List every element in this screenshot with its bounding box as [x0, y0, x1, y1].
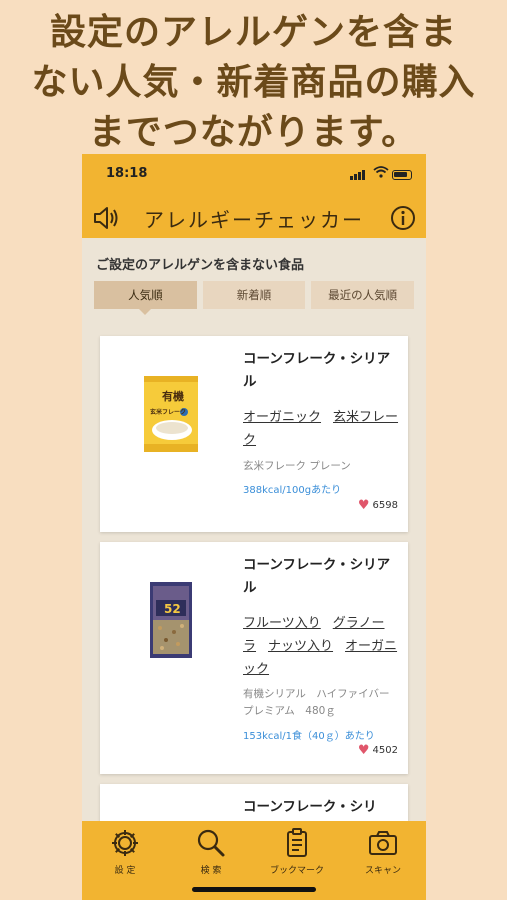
product-description: 有機シリアル ハイファイバー プレミアム 480ｇ: [243, 688, 400, 717]
phone-screen: 18:18 アレルギーチェッカー ご設定のアレルゲンを含まない食品 人気順 新着…: [82, 154, 426, 900]
app-title: アレルギーチェッカー: [144, 208, 364, 232]
product-kcal: 153kcal/1食（40ｇ）あたり: [243, 731, 375, 742]
product-tags: オーガニック 玄米フレーク: [243, 406, 403, 452]
tabbar-label: スキャン: [364, 866, 401, 876]
status-bar: 18:18: [82, 154, 426, 198]
headline-line-3: までつながります。: [88, 112, 419, 153]
product-image: 有機 玄米フレーク: [142, 374, 200, 454]
like-count[interactable]: ♥ 6598: [358, 498, 398, 513]
camera-icon: [369, 831, 397, 855]
headline-line-2: ない人気・新着商品の購入: [31, 62, 476, 103]
like-number: 4502: [372, 745, 398, 756]
sort-tabs: 人気順 新着順 最近の人気順: [94, 281, 415, 315]
heart-icon: ♥: [357, 498, 370, 513]
tag-link[interactable]: ナッツ入り: [268, 639, 333, 654]
tab-recent-popular[interactable]: 最近の人気順: [311, 281, 415, 309]
tag-link[interactable]: フルーツ入り: [243, 616, 321, 631]
gear-icon: [112, 830, 138, 856]
tabbar-settings[interactable]: 設 定: [82, 821, 168, 900]
search-icon: [197, 829, 225, 857]
tabbar-label: 検 索: [200, 866, 222, 876]
product-card[interactable]: 52 コーンフレーク・シリアル フルーツ入り グラノーラ ナッツ入り オーガニック 有…: [100, 542, 408, 774]
status-time: 18:18: [106, 166, 148, 181]
product-tags: フルーツ入り グラノーラ ナッツ入り オーガニック: [243, 612, 403, 681]
battery-icon: [392, 170, 412, 180]
like-number: 6598: [372, 500, 398, 511]
product-kcal: 388kcal/100gあたり: [243, 485, 342, 496]
section-title: ご設定のアレルゲンを含まない食品: [96, 258, 305, 273]
nav-bar: アレルギーチェッカー: [82, 198, 426, 238]
product-image: 52: [148, 580, 194, 660]
bookmark-list-icon: [287, 828, 307, 857]
tab-new[interactable]: 新着順: [202, 281, 306, 309]
product-name: コーンフレーク・シリ: [243, 799, 377, 815]
product-name: コーンフレーク・シリアル: [243, 557, 391, 596]
like-count[interactable]: ♥ 4502: [358, 743, 398, 758]
tabbar-label: ブックマーク: [269, 866, 324, 876]
package-text-number: 52: [164, 602, 181, 616]
heart-icon: ♥: [357, 743, 370, 758]
tabbar-scan[interactable]: スキャン: [340, 821, 426, 900]
product-description: 玄米フレーク プレーン: [243, 460, 351, 472]
promo-headline: 設定のアレルゲンを含ま ない人気・新着商品の購入 までつながります。: [0, 8, 507, 158]
tag-link[interactable]: オーガニック: [243, 410, 321, 425]
tab-popular[interactable]: 人気順: [94, 281, 197, 315]
product-card[interactable]: 有機 玄米フレーク コーンフレーク・シリアル オーガニック 玄米フレーク 玄米フレ…: [100, 336, 408, 532]
package-text-organic: 有機: [162, 389, 184, 403]
tabbar-label: 設 定: [114, 866, 136, 876]
product-name: コーンフレーク・シリアル: [243, 351, 391, 390]
headline-line-1: 設定のアレルゲンを含ま: [49, 12, 457, 53]
wifi-icon: [373, 166, 389, 181]
package-text-brown-rice: 玄米フレーク: [150, 408, 186, 416]
home-indicator: [192, 887, 316, 892]
signal-icon: [350, 170, 366, 180]
info-icon[interactable]: [389, 204, 417, 232]
